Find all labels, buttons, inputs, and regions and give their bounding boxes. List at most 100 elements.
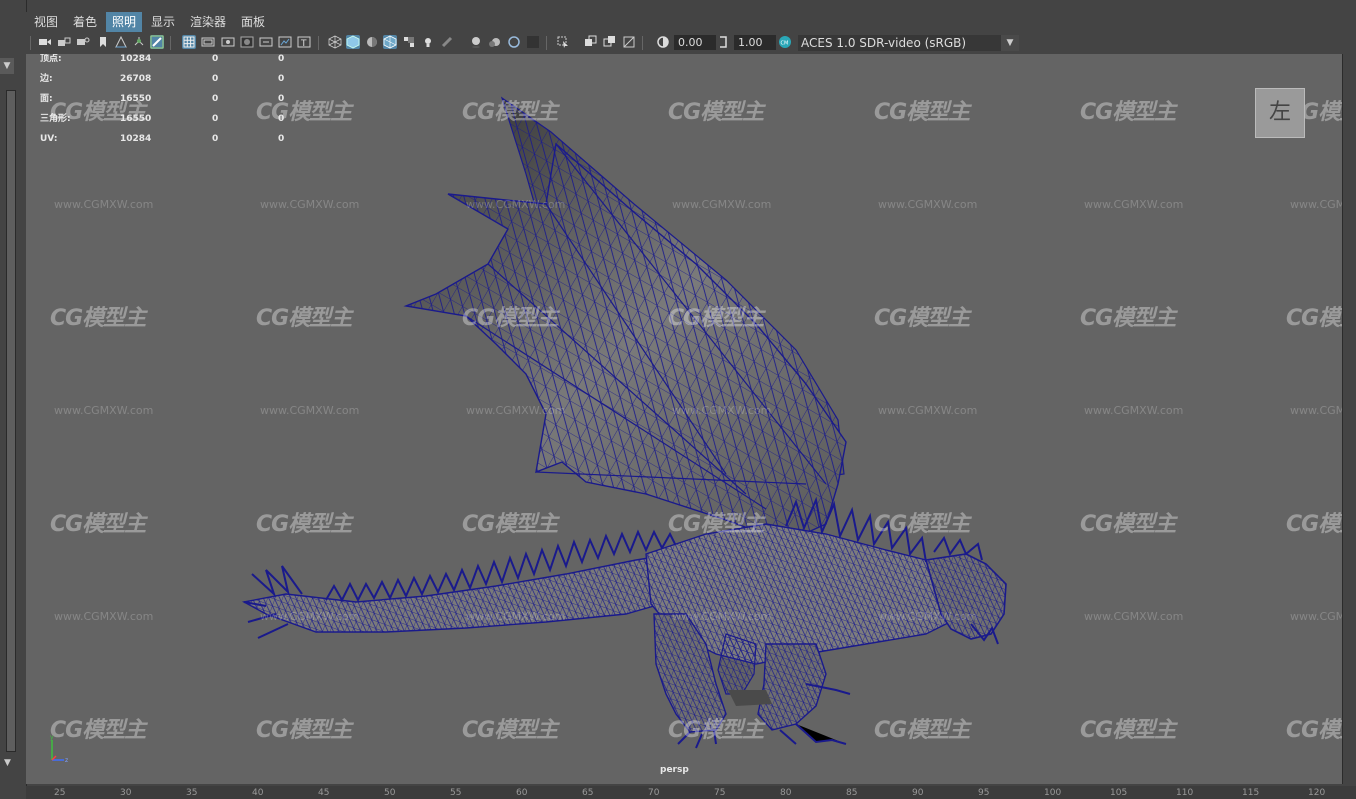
watermark-url: www.CGMXW.com [1290, 610, 1342, 623]
watermark-logo: CG模型主 [874, 306, 970, 331]
ruler-tick-label: 75 [714, 788, 726, 798]
color-management-icon[interactable]: CM [778, 35, 792, 49]
hud-label: UV: [40, 134, 58, 144]
bookmark-icon[interactable] [96, 35, 110, 49]
isolate-select-icon[interactable] [556, 35, 570, 49]
watermark-url: www.CGMXW.com [260, 404, 360, 417]
svg-text:y: y [50, 734, 54, 741]
watermark-logo: CG模型主 [1080, 100, 1176, 125]
hud-value: 16550 [120, 94, 152, 104]
ruler-tick-label: 115 [1242, 788, 1260, 798]
backface-culling-icon[interactable] [622, 35, 636, 49]
hud-label: 边: [40, 74, 53, 84]
view-cube[interactable]: 左 [1255, 88, 1305, 138]
gamma-field[interactable]: 1.00 [734, 35, 776, 50]
scroll-down-icon[interactable]: ▼ [4, 758, 16, 770]
watermark-url: www.CGMXW.com [672, 198, 772, 211]
window-right-edge [1343, 12, 1356, 786]
hud-value: 0 [278, 54, 285, 64]
vertical-scrollbar[interactable] [6, 90, 16, 752]
hud-value: 0 [278, 114, 285, 124]
collapse-arrow-icon[interactable]: ▼ [0, 58, 14, 74]
watermark-logo: CG模型主 [1286, 306, 1342, 331]
camera-select-icon[interactable] [38, 35, 52, 49]
ruler-tick-label: 80 [780, 788, 792, 798]
exposure-icon[interactable] [656, 35, 670, 49]
hud-label: 面: [40, 94, 53, 104]
grease-pencil-icon[interactable] [150, 35, 164, 49]
timeline-ruler[interactable]: 25 30 35 40 45 50 55 60 65 70 75 80 85 90 95 100 105 110 1… [26, 786, 1356, 799]
watermark-logo: CG模型主 [50, 306, 146, 331]
menu-show[interactable]: 显示 [145, 12, 181, 32]
ruler-tick-label: 95 [978, 788, 990, 798]
default-material-icon[interactable] [365, 35, 379, 49]
toolbar-separator [642, 36, 643, 50]
watermark-url: www.CGMXW.com [672, 610, 772, 623]
grid-icon[interactable] [182, 35, 196, 49]
gamma-icon[interactable] [716, 35, 730, 49]
screen-space-ao-icon[interactable] [469, 35, 483, 49]
watermark-url: www.CGMXW.com [878, 198, 978, 211]
anti-aliasing-icon[interactable] [507, 35, 521, 49]
smooth-shade-icon[interactable] [346, 35, 360, 49]
safe-title-icon[interactable]: T [297, 35, 311, 49]
svg-text:T: T [300, 39, 307, 49]
motion-blur-icon[interactable] [488, 35, 502, 49]
film-gate-icon[interactable] [201, 35, 215, 49]
chevron-down-icon[interactable]: ▼ [1001, 35, 1019, 51]
ruler-tick-label: 70 [648, 788, 660, 798]
depth-of-field-icon[interactable] [526, 35, 540, 49]
ruler-tick-label: 105 [1110, 788, 1128, 798]
menu-renderer[interactable]: 渲染器 [184, 12, 232, 32]
panel-toolbar: T 0.00 1.00 CM ACES 1.0 SDR-video (sRGB)… [26, 32, 1342, 54]
menu-shading[interactable]: 着色 [67, 12, 103, 32]
camera-attributes-icon[interactable] [76, 35, 90, 49]
svg-text:z: z [65, 757, 68, 764]
watermark-logo: CG模型主 [1286, 718, 1342, 743]
hud-label: 顶点: [40, 54, 62, 64]
watermark-url: www.CGMXW.com [54, 198, 154, 211]
dragon-wireframe-mesh[interactable] [26, 54, 1342, 784]
color-space-select[interactable]: ACES 1.0 SDR-video (sRGB) ▼ [798, 35, 1019, 51]
exposure-field[interactable]: 0.00 [674, 35, 716, 50]
watermark-logo: CG模型主 [50, 512, 146, 537]
camera-lock-icon[interactable] [57, 35, 71, 49]
left-panel-strip: ▼ ▼ [0, 0, 27, 799]
safe-action-icon[interactable] [278, 35, 292, 49]
toolbar-separator [318, 36, 319, 50]
hud-value: 0 [212, 94, 219, 104]
textured-icon[interactable] [402, 35, 416, 49]
ruler-tick-label: 55 [450, 788, 462, 798]
ruler-tick-label: 35 [186, 788, 198, 798]
menu-panels[interactable]: 面板 [235, 12, 271, 32]
scrollbar-thumb[interactable] [7, 91, 15, 751]
gate-mask-icon[interactable] [240, 35, 254, 49]
shadows-icon[interactable] [440, 35, 454, 49]
menu-lighting[interactable]: 照明 [106, 12, 143, 32]
watermark-url: www.CGMXW.com [260, 198, 360, 211]
xray-joints-icon[interactable] [603, 35, 617, 49]
hud-value: 0 [278, 74, 285, 84]
hud-value: 26708 [120, 74, 152, 84]
image-plane-icon[interactable] [114, 35, 128, 49]
wireframe-on-shaded-icon[interactable] [383, 35, 397, 49]
xray-icon[interactable] [584, 35, 598, 49]
resolution-gate-icon[interactable] [221, 35, 235, 49]
watermark-url: www.CGMXW.com [672, 404, 772, 417]
watermark-logo: CG模型主 [1080, 718, 1176, 743]
camera-name-label: persp [660, 765, 689, 775]
3d-viewport[interactable]: CG模型主 CG模型主 CG模型主 CG模型主 CG模型主 CG模型主 CG模型主 CG模型主… [26, 54, 1343, 784]
ruler-tick-label: 110 [1176, 788, 1194, 798]
watermark-logo: CG模型主 [874, 718, 970, 743]
wireframe-icon[interactable] [328, 35, 342, 49]
watermark-logo: CG模型主 [256, 718, 352, 743]
field-chart-icon[interactable] [259, 35, 273, 49]
ruler-tick-label: 50 [384, 788, 396, 798]
hud-value: 0 [278, 134, 285, 144]
use-all-lights-icon[interactable] [421, 35, 435, 49]
toolbar-separator [30, 36, 31, 50]
2d-pan-zoom-icon[interactable] [132, 35, 146, 49]
ruler-tick-label: 90 [912, 788, 924, 798]
watermark-url: www.CGMXW.com [878, 610, 978, 623]
menu-view[interactable]: 视图 [28, 12, 64, 32]
